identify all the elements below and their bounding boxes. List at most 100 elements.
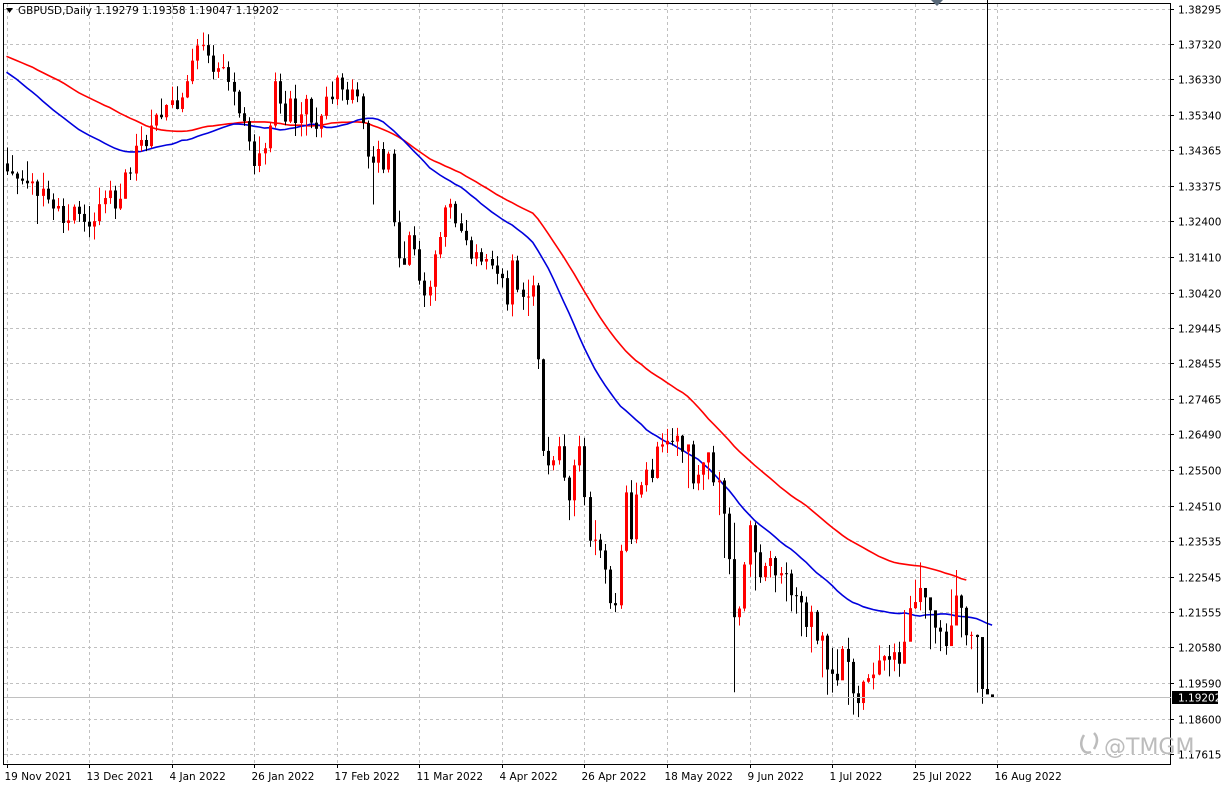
candle xyxy=(738,606,741,626)
candle-body xyxy=(743,564,746,609)
candle xyxy=(165,104,168,121)
candle-body xyxy=(862,681,865,704)
candle xyxy=(73,204,76,224)
candle-body xyxy=(903,641,906,664)
y-tick-label: 1.25500 xyxy=(1178,466,1221,478)
candle xyxy=(444,205,447,247)
candle xyxy=(491,250,494,270)
candle xyxy=(460,213,463,233)
candle-body xyxy=(712,452,715,483)
candle xyxy=(26,161,29,189)
x-tick-label: 18 May 2022 xyxy=(665,771,733,783)
candle xyxy=(191,48,194,85)
candle-body xyxy=(754,525,757,553)
candle-body xyxy=(212,55,215,72)
candle-body xyxy=(733,559,736,618)
candle xyxy=(640,481,643,498)
candle xyxy=(826,633,829,695)
candle xyxy=(264,142,267,165)
candle xyxy=(356,82,359,103)
candle xyxy=(393,149,396,227)
candle-body xyxy=(656,446,659,478)
candle xyxy=(129,167,132,181)
candle-body xyxy=(387,153,390,170)
candle xyxy=(774,556,777,593)
candle xyxy=(83,204,86,232)
x-tick-label: 4 Apr 2022 xyxy=(500,771,558,783)
candle-body xyxy=(563,446,566,478)
candle-body xyxy=(826,635,829,670)
x-tick-label: 9 Jun 2022 xyxy=(748,771,804,783)
candle-body xyxy=(945,631,948,647)
candle xyxy=(702,462,705,490)
candle xyxy=(919,562,922,611)
candle xyxy=(743,562,746,612)
candle-body xyxy=(795,595,798,597)
candle-body xyxy=(558,446,561,461)
candle xyxy=(181,92,184,113)
candle xyxy=(852,658,855,715)
y-tick-label: 1.22545 xyxy=(1178,573,1221,585)
candle xyxy=(671,428,674,446)
candle-body xyxy=(320,115,323,129)
candle-body xyxy=(671,440,674,442)
candle-body xyxy=(640,485,643,495)
current-price-label: 1.19202 xyxy=(1178,693,1221,705)
candle-body xyxy=(42,188,45,196)
candle-body xyxy=(67,220,70,223)
candle-body xyxy=(821,635,824,641)
candle-body xyxy=(393,153,396,223)
y-tick-label: 1.36330 xyxy=(1178,75,1221,87)
candle xyxy=(233,72,236,106)
candle xyxy=(176,86,179,110)
candle-body xyxy=(423,280,426,296)
candle xyxy=(950,589,953,647)
y-tick-label: 1.31410 xyxy=(1178,253,1221,265)
candle-body xyxy=(227,67,230,82)
candle-body xyxy=(351,89,354,100)
candle xyxy=(124,169,127,199)
candle xyxy=(620,544,623,609)
candle xyxy=(909,595,912,642)
candle xyxy=(790,569,793,612)
candle xyxy=(563,434,566,481)
candle-body xyxy=(785,573,788,575)
candle-body xyxy=(878,660,881,675)
candle-body xyxy=(222,67,225,69)
x-tick-label: 19 Nov 2021 xyxy=(5,771,72,783)
candle xyxy=(67,204,70,231)
candle xyxy=(867,674,870,683)
candle xyxy=(465,220,468,246)
candle xyxy=(625,485,628,553)
candle-body xyxy=(981,637,984,689)
candle xyxy=(573,459,576,517)
candle-body xyxy=(6,163,9,172)
candle-body xyxy=(129,172,132,174)
candle-body xyxy=(413,235,416,250)
candle xyxy=(135,133,138,181)
candle-body xyxy=(501,273,504,279)
candle-body xyxy=(310,98,313,123)
candle xyxy=(934,610,937,644)
candle-body xyxy=(790,573,793,596)
candle-body xyxy=(83,213,86,222)
current-price-box: 1.19202 xyxy=(1172,691,1221,705)
candle xyxy=(331,81,334,104)
tmgm-watermark: @TMGM xyxy=(1080,732,1194,760)
candle-body xyxy=(661,444,664,447)
candle xyxy=(496,256,499,285)
candle xyxy=(986,0,989,695)
candle-body xyxy=(124,172,127,199)
candle-body xyxy=(986,688,989,695)
candle xyxy=(202,32,205,51)
candle-body xyxy=(346,89,349,100)
candle xyxy=(196,38,199,70)
candle xyxy=(712,445,715,486)
candle xyxy=(568,475,571,521)
candle xyxy=(898,641,901,677)
candle-body xyxy=(356,89,359,97)
candle-body xyxy=(191,60,194,82)
x-tick-label: 26 Apr 2022 xyxy=(582,771,647,783)
candle xyxy=(403,241,406,265)
price-chart[interactable]: 1.38295 1.37320 1.36330 1.35340 1.34365 1.333… xyxy=(0,0,1232,789)
